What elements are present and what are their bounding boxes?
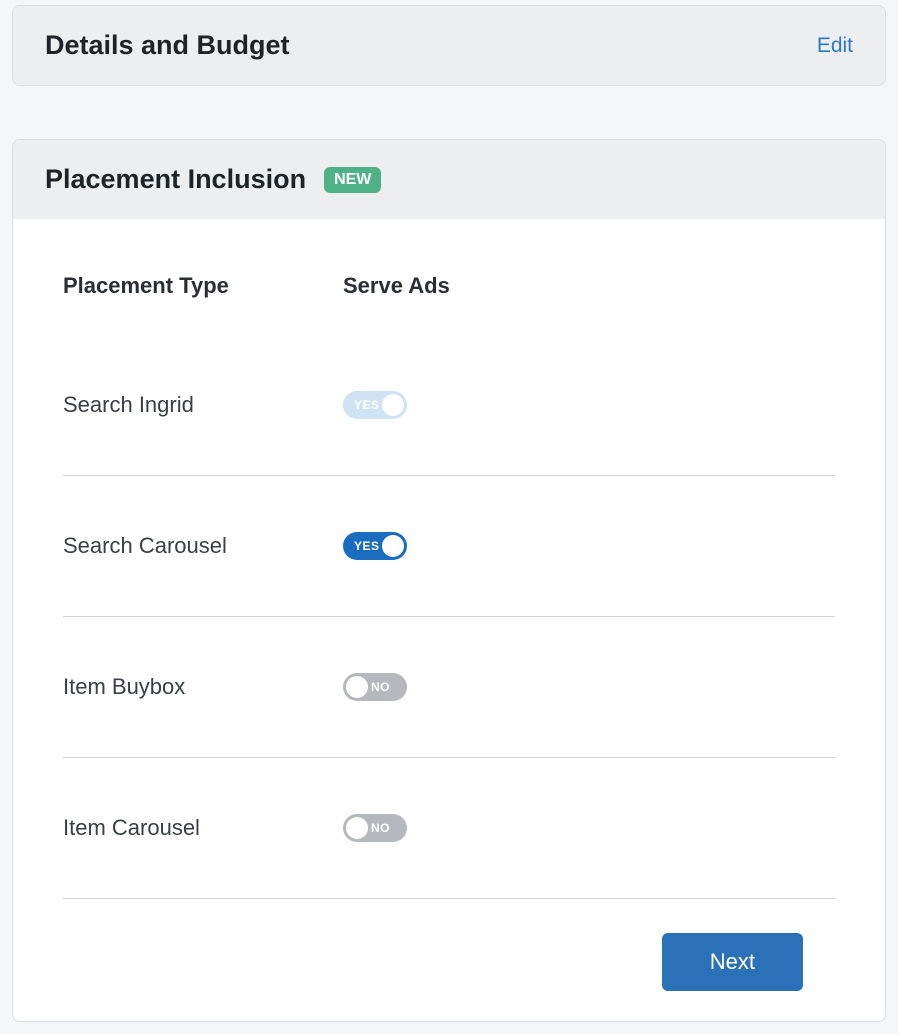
placement-table: Placement Type Serve Ads Search Ingrid Y… bbox=[63, 273, 835, 899]
serve-ads-toggle-search-ingrid[interactable]: YES bbox=[343, 391, 407, 419]
placement-inclusion-title: Placement Inclusion bbox=[45, 164, 306, 195]
table-row: Item Buybox NO bbox=[63, 617, 835, 758]
toggle-on-label: YES bbox=[354, 398, 380, 412]
placement-inclusion-header: Placement Inclusion NEW bbox=[13, 140, 885, 219]
details-budget-header: Details and Budget Edit bbox=[13, 6, 885, 85]
placement-type-label: Item Carousel bbox=[63, 815, 343, 841]
placement-type-label: Item Buybox bbox=[63, 674, 343, 700]
placement-type-label: Search Carousel bbox=[63, 533, 343, 559]
edit-button[interactable]: Edit bbox=[817, 34, 853, 58]
placement-inclusion-card: Placement Inclusion NEW Placement Type S… bbox=[12, 139, 886, 1022]
toggle-knob-icon bbox=[346, 676, 368, 698]
new-badge: NEW bbox=[324, 167, 381, 193]
table-row: Search Ingrid YES bbox=[63, 335, 835, 476]
serve-ads-toggle-item-carousel[interactable]: NO bbox=[343, 814, 407, 842]
col-header-serve-ads: Serve Ads bbox=[343, 273, 835, 299]
table-row: Search Carousel YES bbox=[63, 476, 835, 617]
action-bar: Next bbox=[63, 899, 835, 991]
serve-ads-toggle-item-buybox[interactable]: NO bbox=[343, 673, 407, 701]
col-header-placement-type: Placement Type bbox=[63, 273, 343, 299]
details-budget-card: Details and Budget Edit bbox=[12, 5, 886, 86]
toggle-off-label: NO bbox=[371, 680, 390, 694]
table-header-row: Placement Type Serve Ads bbox=[63, 273, 835, 335]
toggle-knob-icon bbox=[346, 817, 368, 839]
next-button[interactable]: Next bbox=[662, 933, 803, 991]
details-budget-title: Details and Budget bbox=[45, 30, 290, 61]
placement-type-label: Search Ingrid bbox=[63, 392, 343, 418]
toggle-knob-icon bbox=[382, 535, 404, 557]
toggle-off-label: NO bbox=[371, 821, 390, 835]
table-row: Item Carousel NO bbox=[63, 758, 835, 899]
toggle-knob-icon bbox=[382, 394, 404, 416]
placement-body: Placement Type Serve Ads Search Ingrid Y… bbox=[13, 219, 885, 1021]
serve-ads-toggle-search-carousel[interactable]: YES bbox=[343, 532, 407, 560]
toggle-on-label: YES bbox=[354, 539, 380, 553]
